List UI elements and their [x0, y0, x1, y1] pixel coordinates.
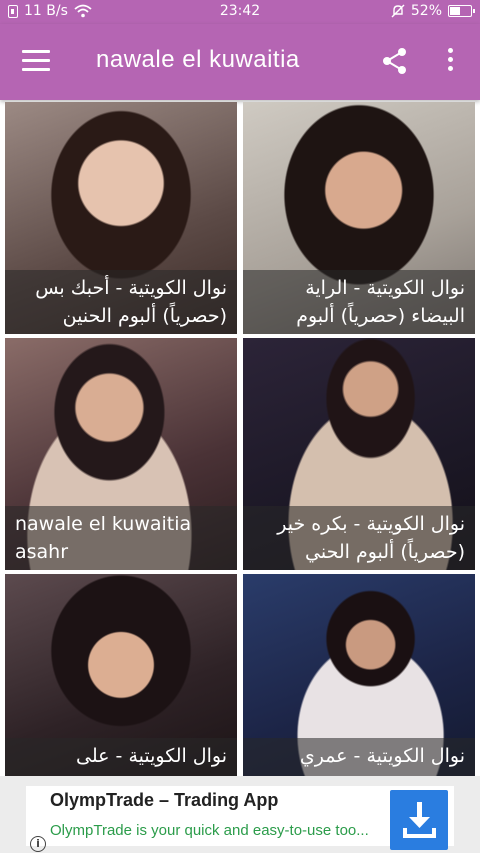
song-card[interactable]: نوال الكويتية - أحبك بس (حصرياً) ألبوم ا… — [5, 102, 237, 334]
app-title: nawale el kuwaitia — [96, 46, 300, 73]
download-icon[interactable] — [390, 790, 448, 850]
status-bar: 11 B/s 23:42 52% — [0, 0, 480, 24]
ad-banner[interactable]: OlympTrade – Trading App OlympTrade is y… — [0, 776, 480, 853]
song-card[interactable]: نوال الكويتية - بكره خير (حصرياً) ألبوم … — [243, 338, 475, 570]
song-caption: nawale el kuwaitia asahr — [5, 506, 237, 570]
share-icon[interactable] — [380, 46, 410, 76]
song-caption: نوال الكويتية - الراية البيضاء (حصرياً) … — [243, 270, 475, 334]
battery-percent: 52% — [410, 3, 442, 19]
app-bar: nawale el kuwaitia — [0, 24, 480, 100]
ad-description: OlympTrade is your quick and easy-to-use… — [50, 822, 369, 839]
ad-title: OlympTrade – Trading App — [50, 790, 279, 810]
song-caption: نوال الكويتية - على — [5, 738, 237, 776]
song-card[interactable]: نوال الكويتية - عمري — [243, 574, 475, 776]
song-card[interactable]: نوال الكويتية - على — [5, 574, 237, 776]
info-icon[interactable]: i — [30, 836, 46, 852]
song-caption: نوال الكويتية - بكره خير (حصرياً) ألبوم … — [243, 506, 475, 570]
song-card[interactable]: نوال الكويتية - الراية البيضاء (حصرياً) … — [243, 102, 475, 334]
mute-bell-icon — [391, 4, 405, 18]
song-card[interactable]: nawale el kuwaitia asahr — [5, 338, 237, 570]
song-caption: نوال الكويتية - عمري — [243, 738, 475, 776]
more-vert-icon[interactable] — [440, 48, 460, 78]
battery-icon — [448, 5, 475, 17]
song-grid: نوال الكويتية - أحبك بس (حصرياً) ألبوم ا… — [5, 100, 475, 776]
status-right: 52% — [391, 3, 475, 19]
hamburger-menu-icon[interactable] — [22, 50, 50, 72]
song-caption: نوال الكويتية - أحبك بس (حصرياً) ألبوم ا… — [5, 270, 237, 334]
